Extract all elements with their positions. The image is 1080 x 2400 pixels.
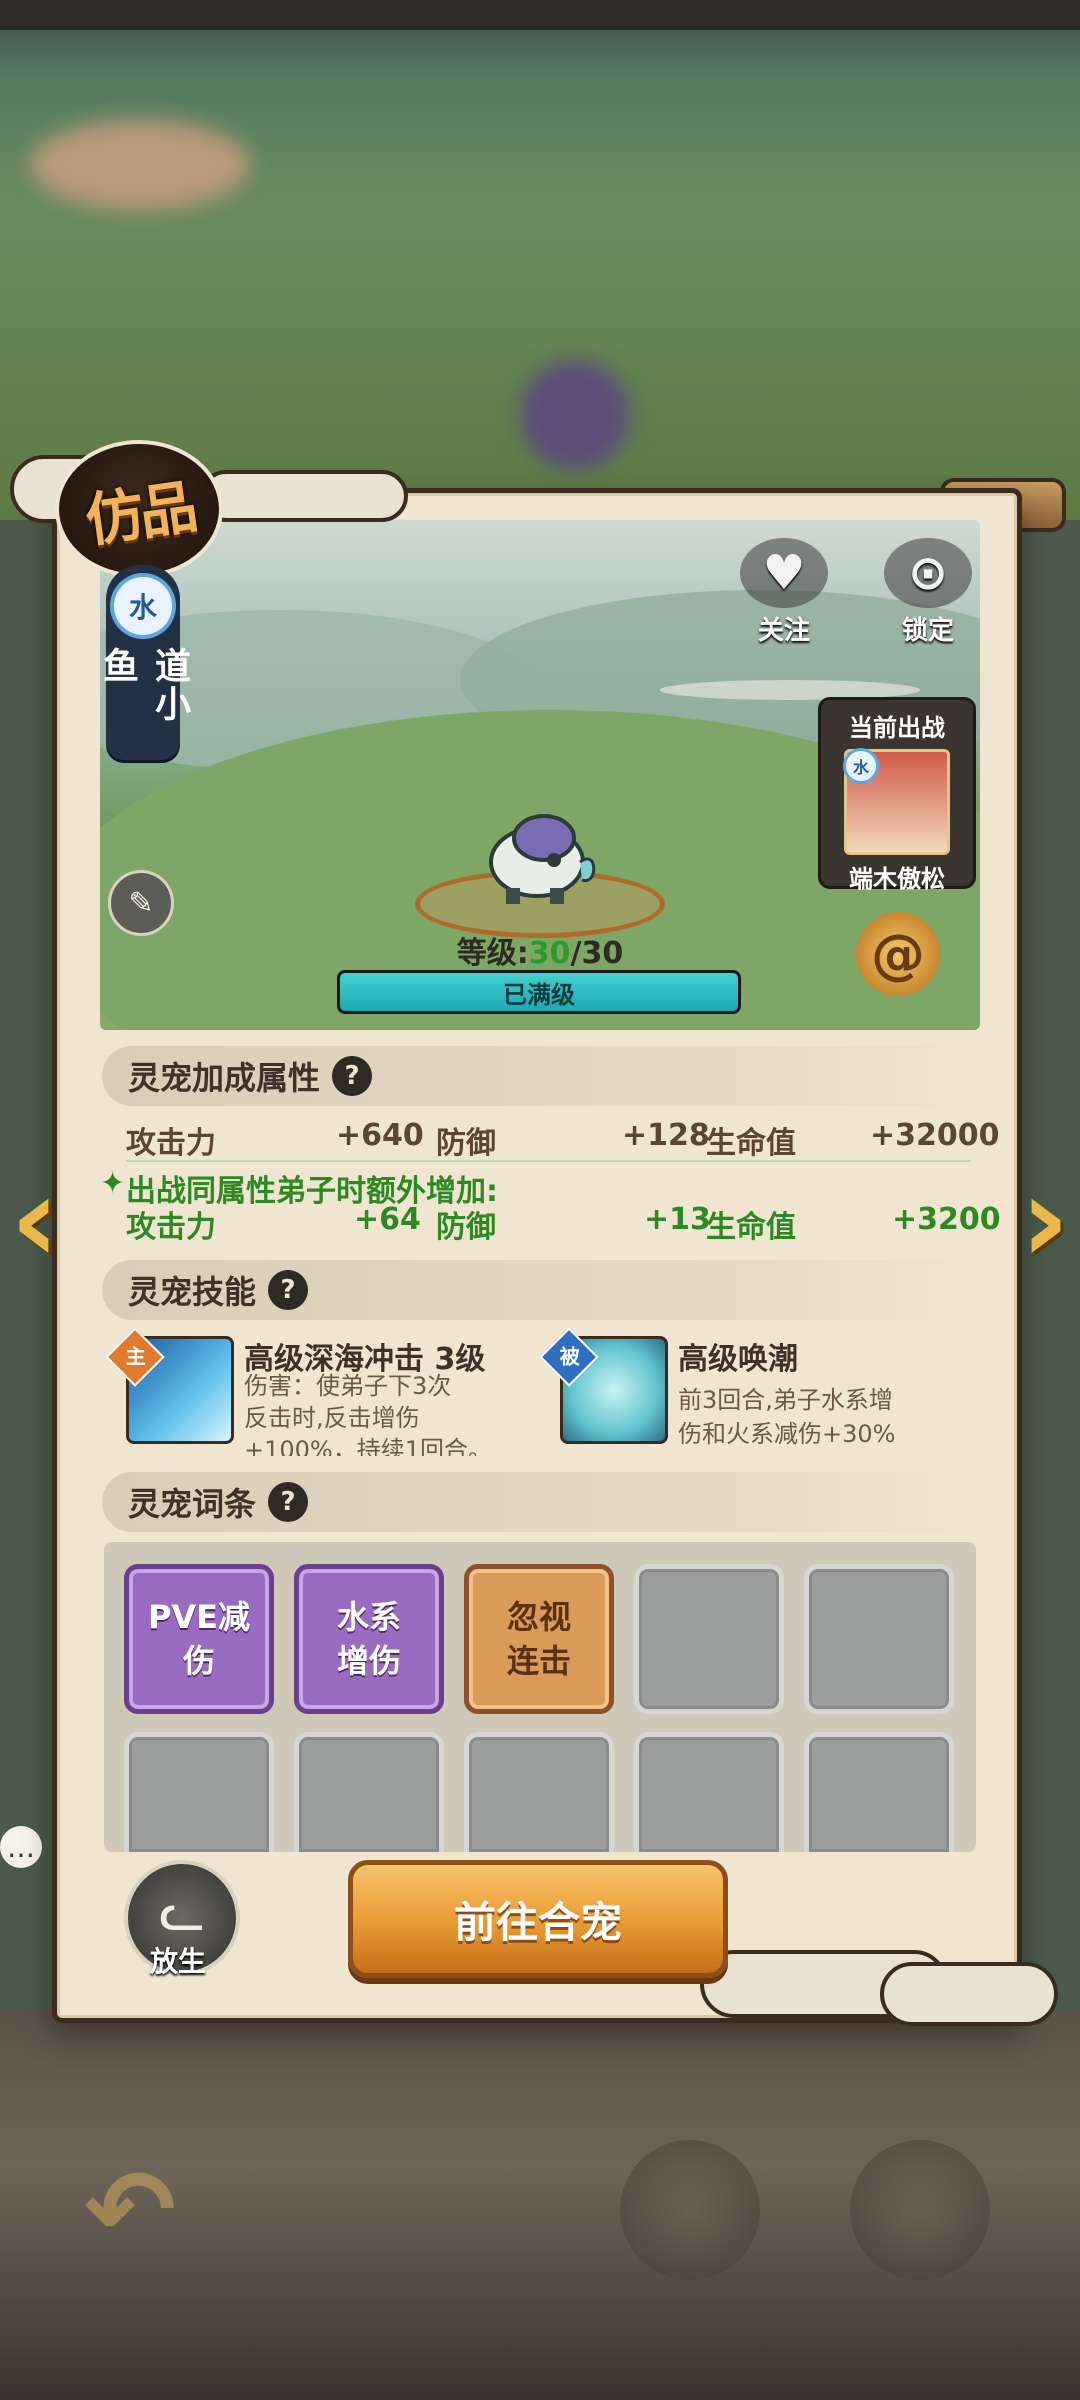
affix-slot-empty[interactable] [634, 1564, 784, 1714]
skill-desc-line: 伤害：使弟子下3次 [244, 1372, 452, 1400]
pet-name: 道小鱼 [97, 646, 190, 723]
help-icon[interactable]: ? [268, 1270, 309, 1310]
affix-grid: PVE减伤 水系 增伤 忽视 连击 [104, 1542, 976, 1852]
current-battle-card[interactable]: 当前出战 水 端木傲松 [818, 697, 976, 893]
skill-desc-line: 反击时,反击增伤 [244, 1404, 420, 1432]
skills-section-header: 灵宠技能 ? [102, 1260, 970, 1320]
lock-button[interactable]: ⊙ 锁定 [880, 538, 976, 647]
heart-icon: ♥ [740, 538, 828, 608]
cloud-decoration [880, 1962, 1058, 2026]
affix-slot-empty[interactable] [804, 1732, 954, 1852]
cloud-decoration [200, 470, 408, 522]
next-arrow[interactable]: › [1010, 1140, 1080, 1300]
affix-slot-empty[interactable] [464, 1732, 614, 1852]
skill-desc-line: 伤和火系减伤+30% [678, 1420, 896, 1448]
rename-pen-icon[interactable]: ✎ [108, 870, 174, 936]
status-strip [0, 0, 1080, 30]
skill-desc-line: 前3回合,弟子水系增 [678, 1386, 893, 1414]
previous-arrow[interactable]: ‹ [0, 1140, 70, 1300]
skill-name: 高级唤潮 [678, 1342, 798, 1377]
disciple-avatar: 水 [843, 748, 950, 855]
affix-slot-empty[interactable] [124, 1732, 274, 1852]
release-label: 放生 [149, 1945, 206, 1978]
pet-sprite [489, 814, 596, 904]
affix-slot[interactable]: PVE减伤 [124, 1564, 274, 1714]
affix-slot-empty[interactable] [294, 1732, 444, 1852]
level-readout: 等级:30/30 [456, 936, 624, 971]
disciple-name: 端木傲松 [849, 865, 945, 893]
affix-section-header: 灵宠词条 ? [102, 1472, 970, 1532]
background-building [30, 120, 250, 210]
affix-slot[interactable]: 水系 增伤 [294, 1564, 444, 1714]
chat-bubble-icon[interactable]: … [0, 1826, 42, 1868]
skill-desc-line: +100%，持续1回合。 [244, 1436, 492, 1456]
affix-slot-empty[interactable] [634, 1732, 784, 1852]
divider [126, 1160, 971, 1162]
help-icon[interactable]: ? [332, 1056, 373, 1096]
affix-slot-empty[interactable] [804, 1564, 954, 1714]
pet-name-plate: 水 道小鱼 [97, 565, 190, 760]
back-arrow-icon: ↶ [83, 2146, 177, 2274]
lock-icon: ⊙ [884, 538, 972, 608]
bonus-section-header: 灵宠加成属性 ? [102, 1046, 970, 1106]
background-character [520, 360, 630, 470]
affix-slot[interactable]: 忽视 连击 [464, 1564, 614, 1714]
swirl-cloud-icon[interactable]: @ [856, 912, 940, 996]
nav-item-2 [850, 2140, 990, 2280]
quality-badge: 仿品 [55, 440, 223, 578]
help-icon[interactable]: ? [268, 1482, 309, 1522]
water-element-icon: 水 [843, 748, 879, 784]
go-merge-button[interactable]: 前往合宠 [348, 1860, 728, 1978]
level-fill: 已满级 [340, 973, 738, 1011]
water-element-icon: 水 [110, 573, 176, 639]
nav-item-1 [620, 2140, 760, 2280]
level-bar: 已满级 [337, 970, 741, 1014]
follow-button[interactable]: ♥ 关注 [736, 538, 832, 647]
